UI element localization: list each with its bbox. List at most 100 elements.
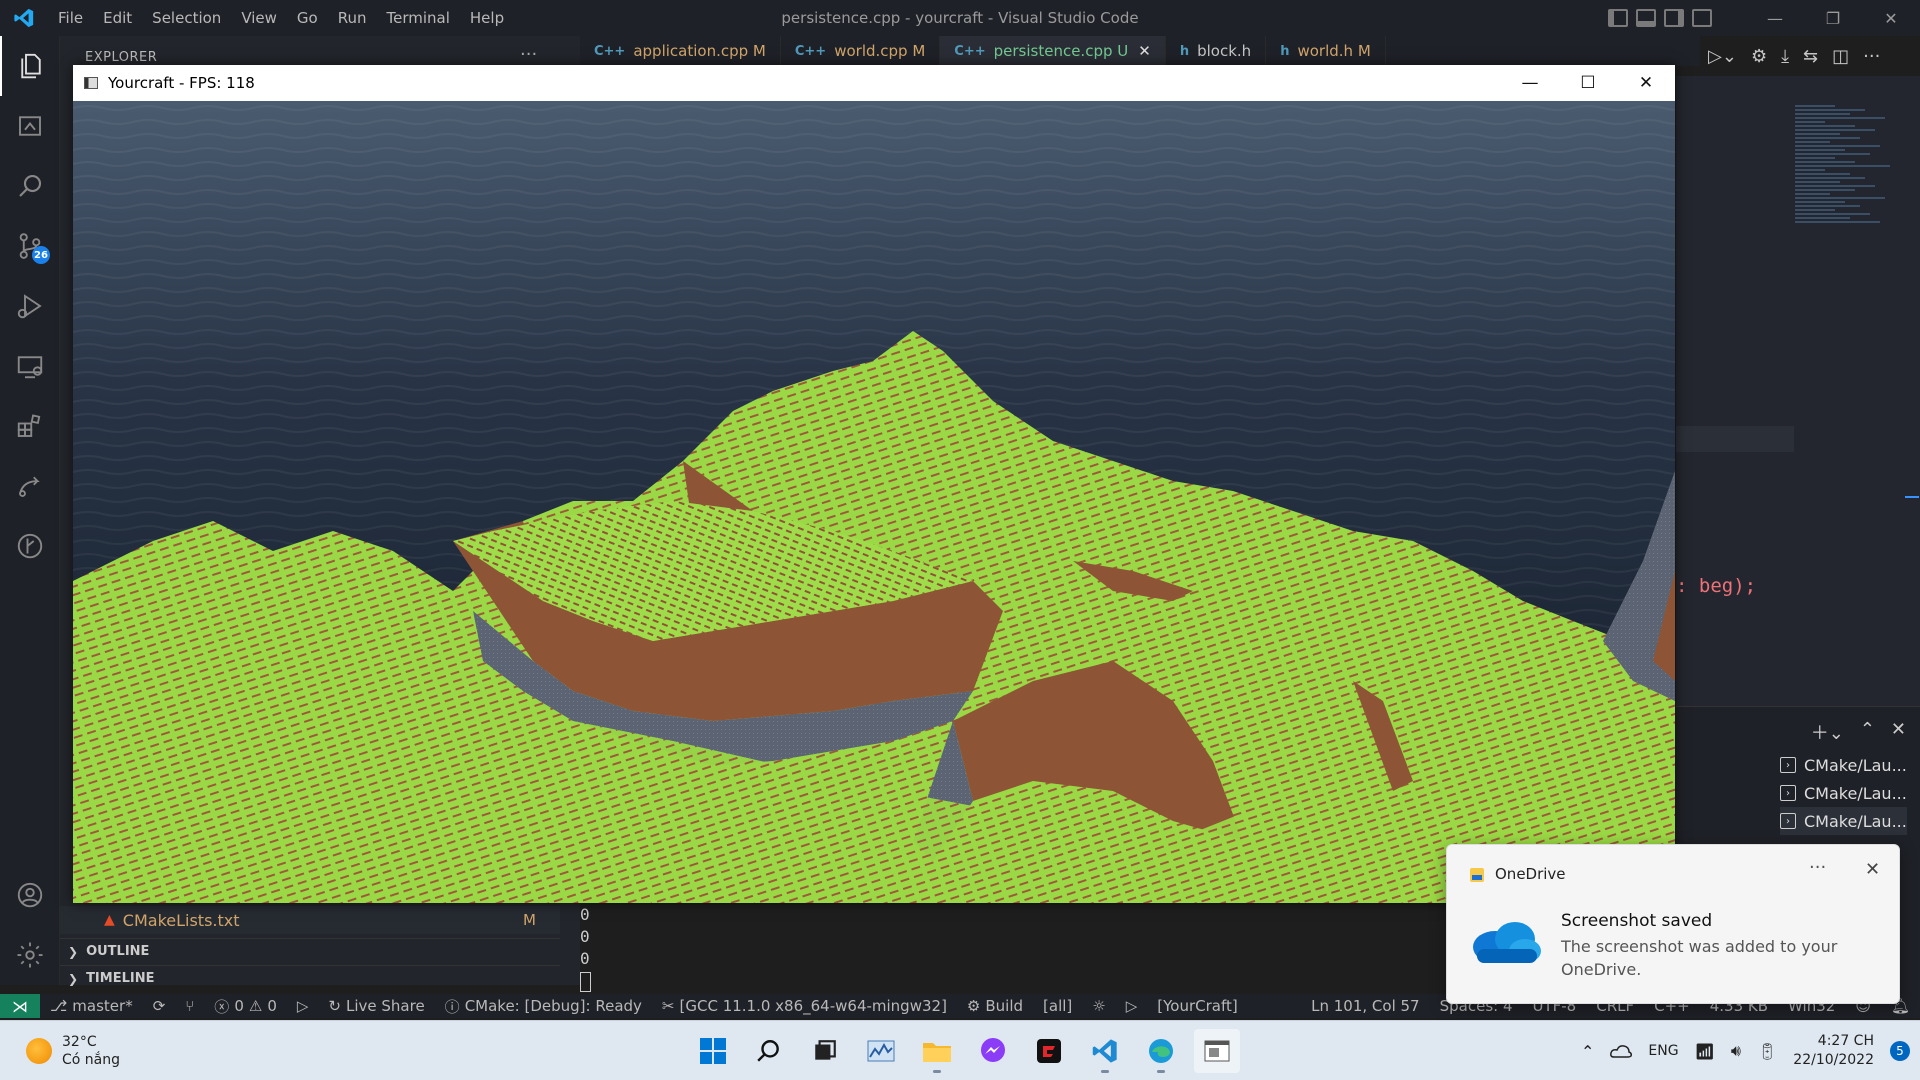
new-terminal-icon[interactable]: ＋⌄ (1811, 719, 1844, 745)
extensions-icon[interactable] (0, 396, 60, 456)
toast-more-icon[interactable]: ··· (1809, 857, 1826, 878)
file-item-cmakelists[interactable]: ▲ CMakeLists.txt M (60, 906, 560, 934)
menu-view[interactable]: View (231, 9, 287, 27)
chevron-up-icon[interactable]: ⌃ (1581, 1042, 1594, 1061)
minimize-button[interactable]: — (1746, 0, 1804, 36)
debug-button[interactable]: ▷ (287, 997, 319, 1015)
tab-application-cpp[interactable]: C++ application.cpp M (580, 36, 781, 66)
start-button[interactable] (690, 1029, 736, 1073)
tab-persistence-cpp[interactable]: C++ persistence.cpp U ✕ (940, 36, 1166, 66)
search-icon[interactable] (0, 156, 60, 216)
volume-icon[interactable]: 🔊︎ (1731, 1041, 1741, 1061)
source-control-icon[interactable]: 26 (0, 216, 60, 276)
more-actions-icon[interactable]: ··· (1863, 46, 1880, 67)
game-window[interactable]: Yourcraft - FPS: 118 — ☐ ✕ (73, 65, 1675, 903)
tab-block-h[interactable]: h block.h (1166, 36, 1267, 66)
git-graph-button[interactable]: ⑂ (175, 997, 204, 1015)
cmake-status[interactable]: ⓘ CMake: [Debug]: Ready (435, 996, 652, 1017)
close-button[interactable]: ✕ (1862, 0, 1920, 36)
timeline-section[interactable]: ❯ TIMELINE (60, 965, 560, 991)
tab-world-h[interactable]: h world.h M (1266, 36, 1386, 66)
remote-indicator-icon[interactable]: ⋊ (0, 994, 40, 1018)
tab-label: application.cpp (633, 42, 749, 60)
explorer-icon[interactable] (0, 36, 60, 96)
debug-icon: ▷ (296, 997, 309, 1015)
game-titlebar[interactable]: Yourcraft - FPS: 118 — ☐ ✕ (73, 65, 1675, 101)
file-explorer-app[interactable] (914, 1029, 960, 1073)
minimap-line (1795, 181, 1840, 183)
download-icon[interactable]: ⤓ (1781, 46, 1789, 67)
toast-close-icon[interactable]: ✕ (1865, 859, 1880, 880)
terminal-item[interactable]: › CMake/Lau... (1780, 779, 1907, 807)
wifi-icon[interactable]: 📶︎ (1695, 1042, 1715, 1061)
close-panel-icon[interactable]: ✕ (1891, 719, 1906, 745)
remote-explorer-icon[interactable] (0, 96, 60, 156)
branch-indicator[interactable]: ⎇ master* (40, 997, 143, 1015)
accounts-icon[interactable] (0, 865, 60, 925)
yourcraft-app[interactable] (1194, 1029, 1240, 1073)
menu-selection[interactable]: Selection (142, 9, 231, 27)
launch-button[interactable]: ▷ (1116, 997, 1148, 1015)
run-file-icon[interactable]: ▷⌄ (1708, 46, 1737, 67)
live-share-button[interactable]: ↻ Live Share (318, 997, 434, 1015)
git-graph-icon[interactable] (0, 516, 60, 576)
game-minimize-button[interactable]: — (1501, 65, 1559, 101)
menu-go[interactable]: Go (287, 9, 328, 27)
menu-run[interactable]: Run (328, 9, 377, 27)
notification-count-badge[interactable]: 5 (1890, 1041, 1910, 1061)
menu-terminal[interactable]: Terminal (377, 9, 460, 27)
game-close-button[interactable]: ✕ (1617, 65, 1675, 101)
maximize-panel-icon[interactable]: ⌃ (1860, 719, 1875, 745)
task-view-button[interactable] (802, 1029, 848, 1073)
tab-close-icon[interactable]: ✕ (1138, 42, 1151, 60)
messenger-app[interactable] (970, 1029, 1016, 1073)
compare-changes-icon[interactable]: ⇆ (1803, 46, 1818, 67)
garena-app[interactable] (1026, 1029, 1072, 1073)
minimap-line (1795, 221, 1880, 223)
terminal-item[interactable]: › CMake/Lau... (1780, 751, 1907, 779)
onedrive-notification[interactable]: OneDrive ··· ✕ Screenshot saved The scre… (1446, 844, 1900, 1004)
problems-indicator[interactable]: ⓧ 0 ⚠ 0 (204, 996, 287, 1017)
live-share-icon[interactable] (0, 456, 60, 516)
toggle-sidebar-icon[interactable] (1608, 9, 1628, 27)
sync-button[interactable]: ⟳ (143, 997, 176, 1015)
settings-gear-icon[interactable] (0, 925, 60, 985)
minimap-line (1795, 117, 1885, 119)
customize-layout-icon[interactable] (1692, 9, 1712, 27)
debug-target-button[interactable]: ☼ (1082, 997, 1115, 1015)
restore-button[interactable]: ❐ (1804, 0, 1862, 36)
remote-icon[interactable] (0, 336, 60, 396)
build-button[interactable]: ⚙ Build (957, 997, 1033, 1015)
toggle-secondary-sidebar-icon[interactable] (1664, 9, 1684, 27)
game-viewport[interactable] (73, 101, 1675, 903)
vscode-app[interactable] (1082, 1029, 1128, 1073)
menu-edit[interactable]: Edit (93, 9, 142, 27)
toggle-panel-icon[interactable] (1636, 9, 1656, 27)
outline-section[interactable]: ❯ OUTLINE (60, 938, 560, 964)
cursor-position[interactable]: Ln 101, Col 57 (1301, 997, 1429, 1015)
weather-widget[interactable]: 32°C Có nắng (26, 1033, 120, 1069)
run-debug-icon[interactable] (0, 276, 60, 336)
minimap-line (1795, 173, 1850, 175)
build-target[interactable]: [all] (1033, 997, 1082, 1015)
input-language[interactable]: ENG (1648, 1043, 1678, 1059)
performance-monitor-app[interactable] (858, 1029, 904, 1073)
menu-file[interactable]: File (48, 9, 93, 27)
clock[interactable]: 4:27 CH 22/10/2022 (1793, 1032, 1874, 1070)
minimap-line (1795, 121, 1825, 123)
edge-app[interactable] (1138, 1029, 1184, 1073)
cmake-settings-icon[interactable]: ⚙ (1751, 46, 1767, 67)
search-button[interactable] (746, 1029, 792, 1073)
menu-help[interactable]: Help (460, 9, 514, 27)
split-editor-icon[interactable]: ◫ (1832, 46, 1849, 67)
cmake-kit[interactable]: ✂ [GCC 11.1.0 x86_64-w64-mingw32] (652, 997, 957, 1015)
tab-world-cpp[interactable]: C++ world.cpp M (781, 36, 941, 66)
tab-status: M (1357, 42, 1371, 60)
launch-target[interactable]: [YourCraft] (1147, 997, 1247, 1015)
game-maximize-button[interactable]: ☐ (1559, 65, 1617, 101)
onedrive-tray-icon[interactable] (1610, 1043, 1633, 1059)
explorer-more-icon[interactable]: ··· (520, 44, 537, 65)
battery-icon[interactable]: 🔋︎ (1757, 1042, 1777, 1061)
minimap[interactable] (1795, 105, 1905, 365)
terminal-item[interactable]: › CMake/Lau... (1780, 807, 1907, 835)
